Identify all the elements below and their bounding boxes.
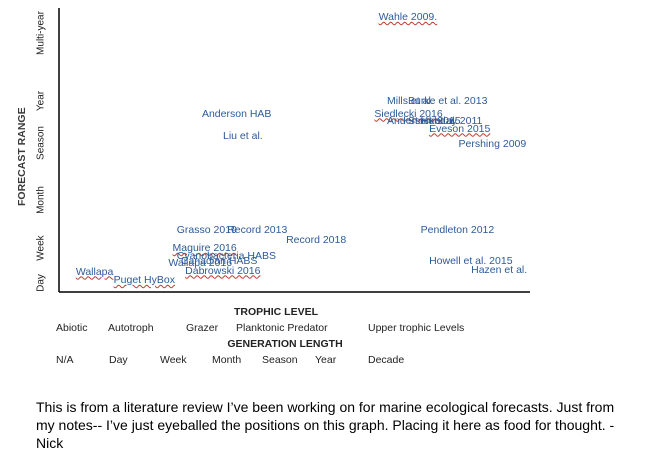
x-tick-label: Year — [315, 354, 337, 366]
data-point-label: Puget HyBox — [113, 273, 175, 286]
x-tick-label: Planktonic Predator — [236, 322, 328, 334]
x-tick-label: Week — [160, 354, 187, 366]
x-tick-label: N/A — [56, 354, 74, 366]
x-tick-label: Decade — [368, 354, 405, 366]
data-point-label: Wallapa — [75, 265, 114, 278]
data-point-label: Wahle 2009. — [378, 11, 438, 24]
data-point-label: Pershing 2009 — [458, 137, 527, 150]
y-tick-label: Day — [35, 274, 47, 292]
data-point-label: Liu et al. — [223, 130, 263, 143]
y-tick-label: Week — [35, 235, 47, 261]
y-axis-title: FORECAST RANGE — [16, 107, 28, 206]
x-axis-title-trophic: TROPHIC LEVEL — [233, 306, 319, 318]
y-tick-label: Year — [35, 90, 47, 112]
data-point-label: Burke et al. 2013 — [408, 94, 488, 107]
data-point-label: Dabrowski 2016 — [185, 264, 261, 277]
data-point-label: Record 2013 — [227, 224, 288, 237]
x-tick-label: Day — [109, 354, 128, 366]
x-tick-label: Abiotic — [56, 322, 88, 334]
y-tick-label: Multi-year — [35, 11, 47, 55]
x-tick-label: Upper trophic Levels — [368, 322, 465, 334]
y-tick-label: Season — [35, 126, 47, 160]
x-tick-label: Autotroph — [108, 322, 154, 334]
caption-text: This is from a literature review I’ve be… — [36, 399, 615, 451]
chart-axes — [58, 8, 530, 293]
data-point-label: Record 2018 — [286, 234, 347, 247]
x-axis-title-generation: GENERATION LENGTH — [227, 338, 343, 350]
data-point-label: Anderson HAB — [201, 107, 272, 120]
x-tick-label: Season — [262, 354, 298, 366]
data-point-label: Eveson 2015 — [429, 122, 491, 135]
x-tick-label: Month — [212, 354, 242, 366]
data-point-label: Pendleton 2012 — [420, 224, 495, 237]
y-tick-label: Month — [35, 186, 47, 214]
chart: FORECAST RANGE Day Week Month Season Year Mul… — [0, 0, 667, 380]
x-tick-label: Grazer — [186, 322, 219, 334]
data-point-label: Hazen et al. — [471, 263, 528, 276]
